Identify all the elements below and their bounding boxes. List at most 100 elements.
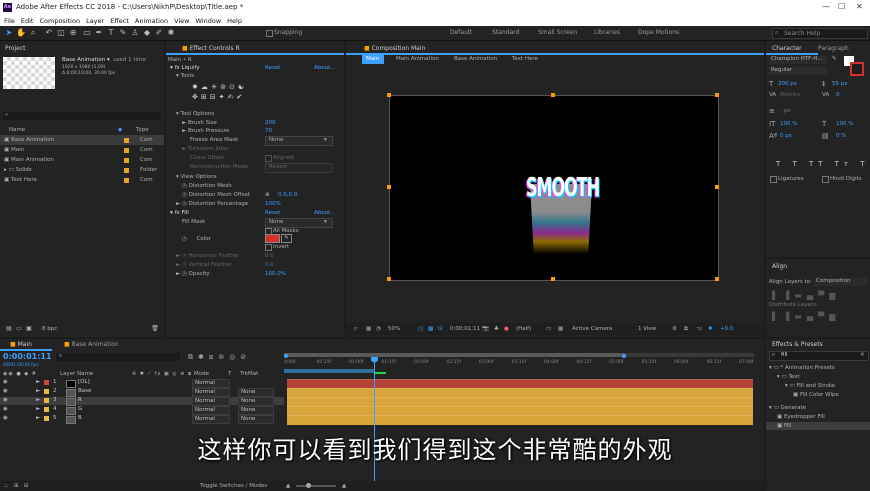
font-style-select[interactable]: Regular [769, 67, 827, 75]
mask-icon[interactable]: ◔ [376, 326, 381, 332]
delete-icon[interactable]: 🗑 [150, 324, 160, 334]
comp-flowchart-icon[interactable]: ⛬ [4, 483, 8, 490]
project-tab[interactable]: Project [5, 45, 26, 52]
grid-icon[interactable]: ▦ [366, 326, 371, 332]
liquify-reset-link[interactable]: Reset [265, 65, 280, 71]
transform-handle[interactable] [715, 93, 719, 97]
rectangle-tool-icon[interactable]: ▭ [82, 28, 92, 38]
label-color-swatch[interactable] [124, 138, 129, 143]
comp-timecode[interactable]: 0;00;01;11 [450, 326, 480, 332]
fill-about-link[interactable]: About... [314, 210, 336, 216]
layer-label-swatch[interactable] [44, 407, 49, 412]
selection-tool-icon[interactable]: ➤ [4, 28, 14, 38]
snapshot-icon[interactable]: 📷 [482, 326, 489, 332]
menu-view[interactable]: View [174, 16, 189, 26]
layer-name[interactable]: [OL] [78, 379, 90, 385]
eraser-tool-icon[interactable]: ◆ [142, 28, 152, 38]
search-help-field[interactable]: ⌕ Search Help [772, 28, 868, 39]
font-size-value[interactable]: 200 px [778, 81, 797, 87]
layer-expand-chevron-icon[interactable]: ► [36, 406, 40, 412]
label-color-swatch[interactable] [124, 178, 129, 183]
project-item-row[interactable]: ▣ Main [4, 147, 24, 153]
layer-mode-select[interactable]: Normal [192, 415, 230, 424]
pan-behind-tool-icon[interactable]: ⊕ [68, 28, 78, 38]
visibility-eye-icon[interactable]: ◉ [3, 379, 8, 385]
fast-preview-icon[interactable]: ⚙ [672, 326, 677, 332]
visibility-eye-icon[interactable]: ◉ [3, 397, 8, 403]
horizontal-feather-value[interactable]: 0.0 [265, 253, 274, 259]
snapping-checkbox[interactable] [266, 30, 273, 37]
layer-name-header[interactable]: Layer Name [60, 371, 93, 377]
layer-name[interactable]: G [78, 406, 82, 412]
reconstruction-mode-select[interactable]: Revert [265, 163, 333, 173]
zoom-in-mountain-icon[interactable]: ▲ [342, 483, 346, 489]
layer-mode-select[interactable]: Normal [192, 388, 230, 397]
brush-pressure-value[interactable]: 70 [265, 128, 272, 134]
layer-label-swatch[interactable] [44, 398, 49, 403]
tool-options-group[interactable]: ▾ Tool Options [176, 111, 214, 117]
eyedropper-icon[interactable]: ✎ [832, 56, 837, 62]
align-buttons[interactable]: ▌▐▬▄▀▆ [772, 291, 840, 300]
transform-handle[interactable] [551, 277, 555, 281]
close-icon[interactable]: ✕ [856, 2, 863, 11]
pen-tool-icon[interactable]: ✒ [94, 28, 104, 38]
exposure-icon[interactable]: ✺ [708, 326, 713, 332]
menu-help[interactable]: Help [227, 16, 242, 26]
stroke-color-swatch[interactable] [850, 62, 864, 76]
visibility-eye-icon[interactable]: ◉ [3, 406, 8, 412]
workspace-default[interactable]: Default [450, 29, 472, 36]
new-folder-icon[interactable]: ▭ [14, 324, 24, 334]
fill-mask-select[interactable]: None ▾ [265, 218, 333, 228]
layer-label-swatch[interactable] [44, 389, 49, 394]
minimize-icon[interactable]: — [822, 2, 830, 11]
label-color-swatch[interactable] [124, 168, 129, 173]
hand-tool-icon[interactable]: ✋ [16, 28, 26, 38]
timeline-timecode[interactable]: 0:00:01:11 [3, 352, 52, 361]
transform-handle[interactable] [387, 93, 391, 97]
ligatures-checkbox[interactable] [770, 176, 777, 183]
align-to-select[interactable]: Composition [814, 278, 868, 286]
layer-mode-select[interactable]: Normal [192, 397, 230, 406]
rotate-tool-icon[interactable]: ↶ [44, 28, 54, 38]
resolution-select[interactable]: (Half) [516, 326, 531, 332]
mode-header[interactable]: Mode [194, 371, 209, 377]
expand-icon[interactable]: ⊟ [24, 483, 29, 489]
layer-expand-chevron-icon[interactable]: ► [36, 388, 40, 394]
zoom-out-mountain-icon[interactable]: ▲ [286, 483, 290, 489]
transform-handle[interactable] [551, 93, 555, 97]
project-item-row[interactable]: ▣ Base Animation [4, 137, 54, 143]
timeline-zoom-slider[interactable] [296, 483, 336, 488]
text-tool-icon[interactable]: T [106, 28, 116, 38]
effects-tree-item[interactable]: ▾ ▭ Fill and Stroke [785, 383, 835, 389]
zoom-tool-icon[interactable]: ⌕ [28, 28, 38, 38]
distortion-pct-value[interactable]: 100% [265, 201, 281, 207]
distortion-mesh-offset-value[interactable]: 0.0,0.0 [278, 192, 297, 198]
maximize-icon[interactable]: ☐ [838, 2, 845, 11]
work-area-bar[interactable] [284, 353, 754, 357]
layer-mode-select[interactable]: Normal [192, 379, 230, 388]
mask-visibility-icon[interactable]: ⊡ [438, 326, 443, 332]
layer-name[interactable]: B [78, 415, 82, 421]
aligned-checkbox[interactable] [265, 155, 272, 162]
region-icon[interactable]: ◳ [418, 326, 423, 332]
liquify-about-link[interactable]: About... [314, 65, 336, 71]
layer-trkmat-select[interactable]: None [238, 397, 274, 406]
bpc-indicator[interactable]: 8 bpc [42, 326, 57, 332]
workspace-libraries[interactable]: Libraries [594, 29, 620, 36]
camera-select[interactable]: Active Camera [572, 326, 612, 332]
liquify-tool-icons-row2[interactable]: ✥⊞⊟✦✍✔ [192, 93, 245, 101]
effects-tree-item[interactable]: ▾ ▭ Text [777, 374, 800, 380]
breadcrumb-base-animation[interactable]: Base Animation [454, 56, 497, 62]
layer-expand-chevron-icon[interactable]: ► [36, 397, 40, 403]
composition-viewer[interactable]: SMOOTH [389, 95, 719, 281]
new-composition-icon[interactable]: ▣ [24, 324, 34, 334]
opacity-value[interactable]: 100.0% [265, 271, 286, 277]
menu-composition[interactable]: Composition [39, 16, 80, 26]
hindi-digits-checkbox[interactable] [822, 176, 829, 183]
menu-animation[interactable]: Animation [135, 16, 168, 26]
exposure-value[interactable]: +0.0 [720, 326, 733, 332]
distribute-buttons[interactable]: ▌▐▬▄▀▆ [772, 312, 840, 321]
visibility-eye-icon[interactable]: ◉ [3, 415, 8, 421]
timeline-tab-main[interactable]: ■ Main [10, 341, 32, 348]
align-tab[interactable]: Align [772, 263, 787, 270]
